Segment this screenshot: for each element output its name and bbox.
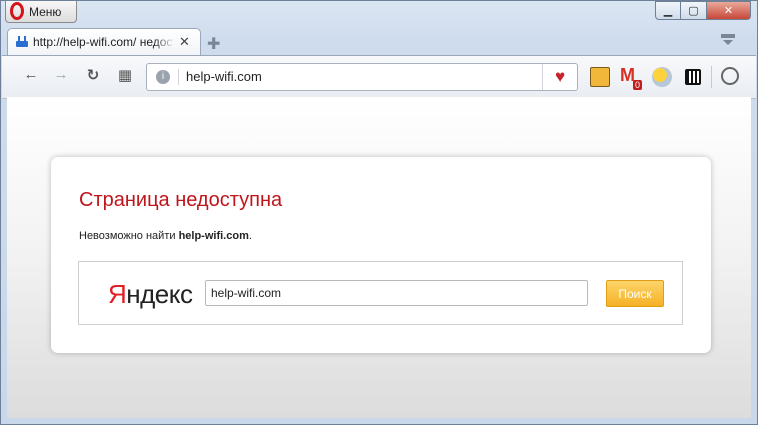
error-message: Невозможно найти help-wifi.com. xyxy=(79,230,252,242)
mail-count-badge: 0 xyxy=(632,80,642,90)
router-favicon-icon xyxy=(16,36,28,48)
tab-current[interactable]: http://help-wifi.com/ недоступна ✕ xyxy=(7,28,201,55)
reload-icon[interactable]: ↻ xyxy=(83,66,103,84)
browser-window: Меню ▁ ▢ ✕ http://help-wifi.com/ недосту… xyxy=(0,0,758,425)
address-separator xyxy=(178,69,179,85)
opera-menu-button[interactable]: Меню xyxy=(5,1,77,23)
maximize-icon: ▢ xyxy=(688,5,699,17)
navigation-toolbar: ← → ↻ ▦ i ♥ 0 xyxy=(2,55,756,99)
error-message-host: help-wifi.com xyxy=(178,230,249,242)
gmail-extension-icon[interactable]: 0 xyxy=(620,65,642,90)
toolbar-divider xyxy=(711,66,712,88)
close-icon: ✕ xyxy=(723,5,734,17)
tab-title: http://help-wifi.com/ недоступна xyxy=(33,35,175,49)
heart-icon: ♥ xyxy=(554,67,566,86)
bookmark-heart-button[interactable]: ♥ xyxy=(542,64,577,90)
yandex-logo: Яндекс xyxy=(108,279,193,310)
minimize-icon: ▁ xyxy=(663,5,673,17)
close-window-button[interactable]: ✕ xyxy=(707,1,751,20)
account-icon[interactable] xyxy=(721,67,739,85)
address-input[interactable] xyxy=(186,69,526,84)
minimize-button[interactable]: ▁ xyxy=(655,1,681,20)
page-content: Страница недоступна Невозможно найти hel… xyxy=(7,97,751,418)
yandex-logo-rest: ндекс xyxy=(126,279,193,309)
qr-code-extension-icon[interactable] xyxy=(685,69,701,85)
menu-label: Меню xyxy=(29,4,62,19)
extension-notes-icon[interactable] xyxy=(590,67,610,87)
tab-menu-icon[interactable] xyxy=(721,34,735,46)
search-button[interactable]: Поиск xyxy=(606,280,664,307)
address-bar[interactable]: i ♥ xyxy=(146,63,578,91)
error-card: Страница недоступна Невозможно найти hel… xyxy=(51,157,711,353)
back-icon[interactable]: ← xyxy=(21,66,41,83)
new-tab-icon[interactable]: ✚ xyxy=(207,34,220,54)
window-controls: ▁ ▢ ✕ xyxy=(655,1,751,20)
yandex-logo-first-letter: Я xyxy=(108,279,127,309)
error-message-suffix: . xyxy=(248,230,252,242)
search-input[interactable] xyxy=(205,280,588,306)
maximize-button[interactable]: ▢ xyxy=(681,1,707,20)
speed-dial-icon[interactable]: ▦ xyxy=(115,66,135,84)
title-bar: Меню ▁ ▢ ✕ xyxy=(1,1,757,27)
error-message-prefix: Невозможно найти xyxy=(79,230,179,242)
yandex-search-box: Яндекс Поиск xyxy=(78,261,683,325)
page-title: Страница недоступна xyxy=(79,189,283,211)
opera-logo-icon xyxy=(9,1,25,22)
weather-extension-icon[interactable] xyxy=(652,67,672,87)
tab-close-icon[interactable]: ✕ xyxy=(179,34,190,50)
site-info-icon[interactable]: i xyxy=(156,70,170,84)
forward-icon[interactable]: → xyxy=(51,66,71,83)
